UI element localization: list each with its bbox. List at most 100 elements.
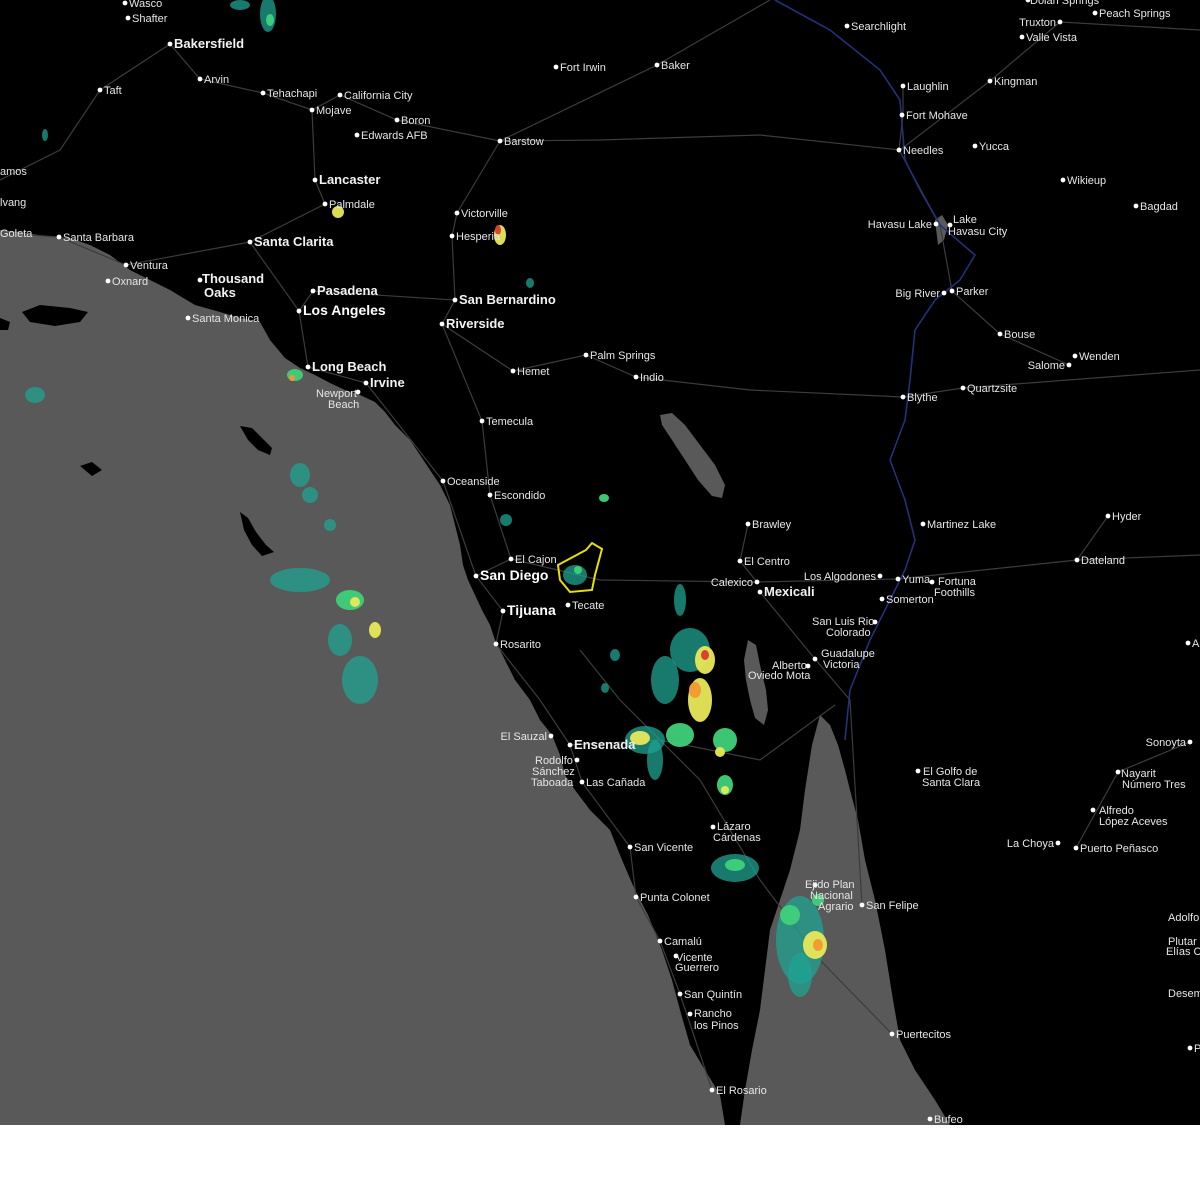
place-dot: [553, 64, 559, 70]
place-label: Mojave: [316, 105, 351, 117]
place-label: Puerto Peñasco: [1080, 843, 1158, 855]
place-label: Barstow: [504, 136, 544, 148]
place-label: Camalú: [664, 936, 702, 948]
place-la-choya: La Choya: [1007, 838, 1061, 850]
place-dot: [900, 394, 906, 400]
place-label: Brawley: [752, 519, 792, 531]
place-dot: [337, 92, 343, 98]
place-dot: [1092, 10, 1098, 16]
place-label: Tijuana: [507, 602, 556, 618]
place-dot: [859, 902, 865, 908]
place-dot: [500, 608, 506, 614]
place-label: Bufeo: [934, 1114, 963, 1125]
place-dot: [122, 0, 128, 6]
radar-cell: [266, 14, 274, 26]
place-dot: [105, 278, 111, 284]
place-label: San Bernardino: [459, 292, 556, 307]
place-dot: [508, 556, 514, 562]
place-dot: [949, 288, 955, 294]
place-dot: [889, 1031, 895, 1037]
place-dot: [574, 757, 580, 763]
place-dot: [997, 331, 1003, 337]
place-tecate: Tecate: [565, 600, 604, 612]
place-label: Wenden: [1079, 351, 1120, 363]
place-label: Rancho: [694, 1008, 732, 1020]
place-needles: Needles: [896, 145, 944, 157]
place-dot: [440, 478, 446, 484]
place-desem: Desem: [1168, 988, 1200, 1000]
radar-cell: [701, 650, 709, 660]
place-dot: [933, 221, 939, 227]
place-dot: [1187, 1045, 1193, 1051]
place-vicente-guerrero: VicenteGuerrero: [673, 952, 719, 974]
place-label: Oceanside: [447, 476, 500, 488]
radar-map[interactable]: Wasco Shafter Bakersfield Arvin Taft Tehachap…: [0, 0, 1200, 1125]
place-ensenada: Ensenada: [567, 737, 636, 752]
place-los-angeles: Los Angeles: [296, 302, 386, 318]
map-canvas[interactable]: Wasco Shafter Bakersfield Arvin Taft Tehachap…: [0, 0, 1200, 1125]
radar-cell: [788, 953, 812, 997]
radar-cell: [369, 622, 381, 638]
place-dot: [548, 733, 554, 739]
place-dot: [1133, 203, 1139, 209]
place-santa-clarita: Santa Clarita: [247, 234, 334, 249]
place-label: Parker: [956, 286, 989, 298]
place-dot: [309, 107, 315, 113]
place-label: Truxton: [1019, 17, 1056, 29]
place-dot: [709, 1087, 715, 1093]
place-dot: [167, 41, 173, 47]
place-dot: [583, 352, 589, 358]
radar-cell: [601, 683, 609, 693]
place-long-beach: Long Beach: [305, 359, 386, 374]
place-dot: [654, 62, 660, 68]
place-puerto-penasco: Puerto Peñasco: [1073, 843, 1158, 855]
place-dot: [657, 938, 663, 944]
place-kingman: Kingman: [987, 76, 1037, 88]
radar-cell: [610, 649, 620, 661]
place-oxnard: Oxnard: [105, 276, 148, 288]
place-label: Valle Vista: [1026, 32, 1078, 44]
place-searchlight: Searchlight: [844, 21, 906, 33]
place-label: San Felipe: [866, 900, 919, 912]
place-dot: [452, 297, 458, 303]
place-dot: [745, 521, 751, 527]
place-dot: [929, 579, 935, 585]
place-el-rosario: El Rosario: [709, 1085, 767, 1097]
place-dot: [1073, 845, 1079, 851]
place-dot: [1185, 640, 1191, 646]
place-label: Wikieup: [1067, 175, 1106, 187]
radar-cell: [324, 519, 336, 531]
radar-cell: [666, 723, 694, 747]
place-dot: [354, 132, 360, 138]
place-label: Palm Springs: [590, 350, 656, 362]
place-label: Hesperia: [456, 231, 501, 243]
radar-cell: [328, 624, 352, 656]
place-label: Tehachapi: [267, 88, 317, 100]
place-label: Kingman: [994, 76, 1037, 88]
place-label: Foothills: [934, 587, 975, 599]
place-martinez-lake: Martinez Lake: [920, 519, 996, 531]
place-dot: [123, 262, 129, 268]
place-adolfo-de-alva: Adolfo de Alv: [1168, 912, 1200, 924]
place-dot: [479, 418, 485, 424]
radar-cell: [342, 656, 378, 704]
place-label: Victorville: [461, 208, 508, 220]
place-dot: [677, 991, 683, 997]
place-dot: [754, 579, 760, 585]
place-dolan-springs: Dolan Springs: [1025, 0, 1100, 7]
place-dot: [449, 233, 455, 239]
place-label: Desem: [1168, 988, 1200, 1000]
place-fort-irwin: Fort Irwin: [553, 62, 606, 74]
place-label: los Pinos: [694, 1020, 739, 1032]
place-label: Martinez Lake: [927, 519, 996, 531]
place-label: Ensenada: [574, 737, 636, 752]
place-dot: [125, 15, 131, 21]
place-label: California City: [344, 90, 413, 102]
place-label: El Cajon: [515, 554, 557, 566]
place-valle-vista: Valle Vista: [1019, 32, 1078, 44]
place-label: El Centro: [744, 556, 790, 568]
place-label: Beach: [328, 399, 359, 411]
place-lvang: lvang: [0, 197, 26, 209]
place-san-quintin: San Quintín: [677, 989, 742, 1001]
place-dot: [927, 1116, 933, 1122]
